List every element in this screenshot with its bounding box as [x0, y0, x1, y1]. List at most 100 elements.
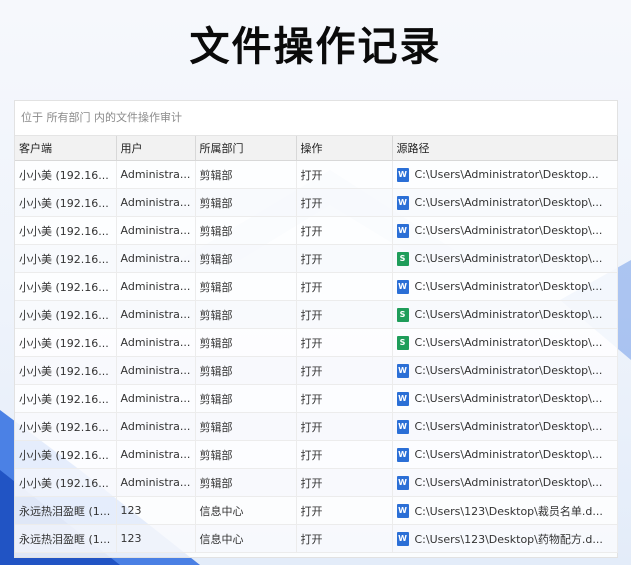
column-header-source-path[interactable]: 源路径	[392, 136, 618, 161]
word-file-icon: W	[396, 503, 409, 518]
client-cell: 小小美 (192.16...	[15, 300, 117, 329]
operation-cell: 打开	[296, 300, 393, 329]
client-cell: 永远热泪盈眶 (1...	[15, 524, 117, 553]
client-cell: 小小美 (192.16...	[15, 440, 117, 469]
client-cell: 小小美 (192.16...	[15, 412, 117, 441]
source-path-cell: W C:\Users\Administrator\Desktop\...	[392, 188, 618, 217]
user-cell: Administra...	[116, 300, 196, 329]
source-path-text: C:\Users\Administrator\Desktop\...	[414, 252, 603, 265]
source-path-cell: W C:\Users\Administrator\Desktop\...	[392, 272, 618, 301]
client-cell: 小小美 (192.16...	[15, 244, 117, 273]
operation-cell: 打开	[296, 216, 393, 245]
source-path-text: C:\Users\Administrator\Desktop\...	[414, 308, 603, 321]
word-file-icon: W	[396, 419, 409, 434]
audit-scope-header: 位于 所有部门 内的文件操作审计	[15, 101, 617, 136]
department-cell: 剪辑部	[195, 188, 297, 217]
department-cell: 信息中心	[195, 524, 297, 553]
word-file-icon: W	[396, 475, 409, 490]
word-file-icon: W	[396, 223, 409, 238]
client-cell: 小小美 (192.16...	[15, 356, 117, 385]
source-path-cell: W C:\Users\123\Desktop\裁员名单.d...	[392, 496, 618, 525]
column-header-department[interactable]: 所属部门	[195, 136, 297, 161]
client-cell: 小小美 (192.16...	[15, 160, 117, 189]
client-cell: 小小美 (192.16...	[15, 188, 117, 217]
source-path-text: C:\Users\Administrator\Desktop\...	[414, 196, 603, 209]
source-path-cell: W C:\Users\Administrator\Desktop\...	[392, 468, 618, 497]
operation-cell: 打开	[296, 160, 393, 189]
word-file-icon: W	[396, 531, 409, 546]
source-path-text: C:\Users\123\Desktop\药物配方.d...	[414, 532, 603, 546]
user-cell: Administra...	[116, 216, 196, 245]
table-row[interactable]: 小小美 (192.16... Administra... 剪辑部 打开 W C:\User…	[15, 412, 618, 441]
client-cell: 小小美 (192.16...	[15, 328, 117, 357]
word-file-icon: W	[396, 363, 409, 378]
user-cell: 123	[116, 524, 196, 553]
column-header-operation[interactable]: 操作	[296, 136, 393, 161]
word-file-icon: W	[396, 391, 409, 406]
source-path-cell: S C:\Users\Administrator\Desktop\...	[392, 328, 618, 357]
table-row[interactable]: 小小美 (192.16... Administra... 剪辑部 打开 W C:\User…	[15, 440, 618, 469]
word-file-icon: W	[396, 279, 409, 294]
operation-cell: 打开	[296, 440, 393, 469]
source-path-text: C:\Users\Administrator\Desktop\...	[414, 476, 603, 489]
operation-cell: 打开	[296, 188, 393, 217]
file-operation-table: 客户端 用户 所属部门 操作 源路径 小小美 (192.16... Adminis…	[15, 136, 618, 553]
department-cell: 剪辑部	[195, 356, 297, 385]
operation-cell: 打开	[296, 468, 393, 497]
department-cell: 信息中心	[195, 496, 297, 525]
user-cell: Administra...	[116, 328, 196, 357]
page-title: 文件操作记录	[189, 24, 442, 70]
department-cell: 剪辑部	[195, 216, 297, 245]
department-cell: 剪辑部	[195, 412, 297, 441]
user-cell: Administra...	[116, 244, 196, 273]
source-path-cell: W C:\Users\Administrator\Desktop\...	[392, 356, 618, 385]
table-row[interactable]: 小小美 (192.16... Administra... 剪辑部 打开 S C:\User…	[15, 244, 618, 273]
word-file-icon: W	[396, 195, 409, 210]
client-cell: 小小美 (192.16...	[15, 384, 117, 413]
spreadsheet-file-icon: S	[396, 335, 409, 350]
client-cell: 小小美 (192.16...	[15, 272, 117, 301]
source-path-cell: S C:\Users\Administrator\Desktop\...	[392, 244, 618, 273]
table-row[interactable]: 小小美 (192.16... Administra... 剪辑部 打开 W C:\User…	[15, 468, 618, 497]
table-row[interactable]: 永远热泪盈眶 (1... 123 信息中心 打开 W C:\Users\123\Deskt…	[15, 524, 618, 553]
table-row[interactable]: 小小美 (192.16... Administra... 剪辑部 打开 W C:\User…	[15, 160, 618, 189]
column-header-user[interactable]: 用户	[116, 136, 196, 161]
user-cell: Administra...	[116, 160, 196, 189]
table-row[interactable]: 小小美 (192.16... Administra... 剪辑部 打开 S C:\User…	[15, 300, 618, 329]
department-cell: 剪辑部	[195, 244, 297, 273]
source-path-cell: W C:\Users\Administrator\Desktop\...	[392, 216, 618, 245]
table-row[interactable]: 小小美 (192.16... Administra... 剪辑部 打开 W C:\User…	[15, 272, 618, 301]
department-cell: 剪辑部	[195, 440, 297, 469]
table-header-row: 客户端 用户 所属部门 操作 源路径	[15, 136, 618, 161]
operation-cell: 打开	[296, 496, 393, 525]
file-audit-panel: 位于 所有部门 内的文件操作审计 客户端 用户 所属部门 操作 源路径 小小美 …	[14, 100, 618, 558]
source-path-cell: W C:\Users\Administrator\Desktop\...	[392, 412, 618, 441]
table-row[interactable]: 小小美 (192.16... Administra... 剪辑部 打开 S C:\User…	[15, 328, 618, 357]
spreadsheet-file-icon: S	[396, 251, 409, 266]
source-path-cell: W C:\Users\Administrator\Desktop\...	[392, 384, 618, 413]
source-path-text: C:\Users\Administrator\Desktop...	[414, 168, 599, 181]
user-cell: 123	[116, 496, 196, 525]
table-row[interactable]: 小小美 (192.16... Administra... 剪辑部 打开 W C:\User…	[15, 356, 618, 385]
user-cell: Administra...	[116, 412, 196, 441]
user-cell: Administra...	[116, 468, 196, 497]
column-header-client[interactable]: 客户端	[15, 136, 117, 161]
table-row[interactable]: 永远热泪盈眶 (1... 123 信息中心 打开 W C:\Users\123\Deskt…	[15, 496, 618, 525]
source-path-text: C:\Users\Administrator\Desktop\...	[414, 364, 603, 377]
operation-cell: 打开	[296, 524, 393, 553]
user-cell: Administra...	[116, 384, 196, 413]
source-path-text: C:\Users\Administrator\Desktop\...	[414, 224, 603, 237]
operation-cell: 打开	[296, 356, 393, 385]
source-path-text: C:\Users\Administrator\Desktop\...	[414, 280, 603, 293]
client-cell: 小小美 (192.16...	[15, 468, 117, 497]
department-cell: 剪辑部	[195, 160, 297, 189]
client-cell: 小小美 (192.16...	[15, 216, 117, 245]
table-row[interactable]: 小小美 (192.16... Administra... 剪辑部 打开 W C:\User…	[15, 384, 618, 413]
user-cell: Administra...	[116, 188, 196, 217]
operation-cell: 打开	[296, 384, 393, 413]
table-row[interactable]: 小小美 (192.16... Administra... 剪辑部 打开 W C:\User…	[15, 216, 618, 245]
table-row[interactable]: 小小美 (192.16... Administra... 剪辑部 打开 W C:\User…	[15, 188, 618, 217]
department-cell: 剪辑部	[195, 468, 297, 497]
source-path-text: C:\Users\Administrator\Desktop\...	[414, 392, 603, 405]
source-path-cell: W C:\Users\Administrator\Desktop...	[392, 160, 618, 189]
